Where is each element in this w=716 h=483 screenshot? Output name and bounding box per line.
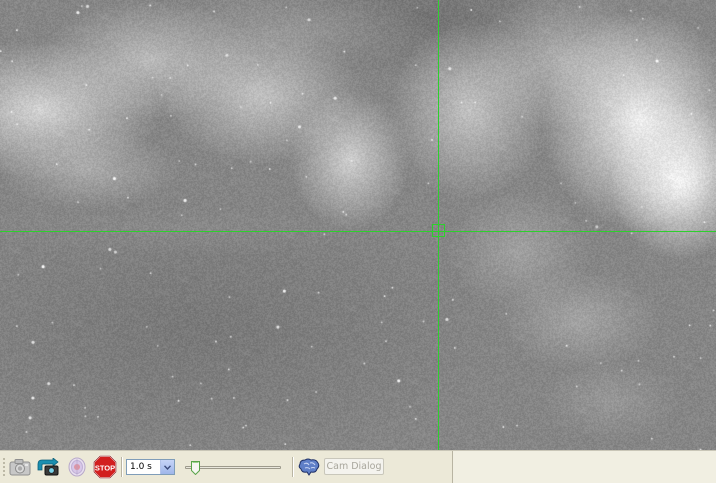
toolbar-separator bbox=[292, 457, 294, 477]
guide-button[interactable] bbox=[65, 455, 89, 479]
star-field-image bbox=[0, 0, 716, 450]
slider-thumb[interactable] bbox=[190, 461, 200, 475]
cam-dialog-button[interactable]: Cam Dialog bbox=[324, 458, 384, 475]
camera-icon bbox=[9, 459, 31, 476]
brain-icon bbox=[298, 458, 320, 476]
camera-view[interactable] bbox=[0, 0, 716, 450]
loop-capture-icon bbox=[37, 458, 59, 476]
exposure-duration-select[interactable]: 1.0 s bbox=[126, 459, 175, 475]
crosshair-horizontal bbox=[0, 231, 716, 232]
stop-button[interactable]: STOP bbox=[93, 455, 117, 479]
exposure-duration-value: 1.0 s bbox=[130, 462, 152, 472]
toolbar: STOP 1.0 s Cam Dialog bbox=[0, 450, 716, 483]
chevron-down-icon[interactable] bbox=[160, 460, 174, 474]
camera-connect-button[interactable] bbox=[8, 455, 32, 479]
loop-exposure-button[interactable] bbox=[36, 455, 60, 479]
toolbar-grip[interactable] bbox=[3, 458, 5, 477]
toolbar-main: STOP 1.0 s Cam Dialog bbox=[0, 451, 452, 483]
gain-slider[interactable] bbox=[181, 460, 285, 476]
stop-icon: STOP bbox=[93, 455, 117, 479]
brain-settings-button[interactable] bbox=[297, 455, 321, 479]
crosshair-center-box bbox=[432, 224, 445, 237]
toolbar-empty-region bbox=[452, 451, 716, 483]
toolbar-separator bbox=[121, 457, 123, 477]
stop-label: STOP bbox=[95, 464, 115, 473]
guide-target-icon bbox=[68, 457, 86, 477]
